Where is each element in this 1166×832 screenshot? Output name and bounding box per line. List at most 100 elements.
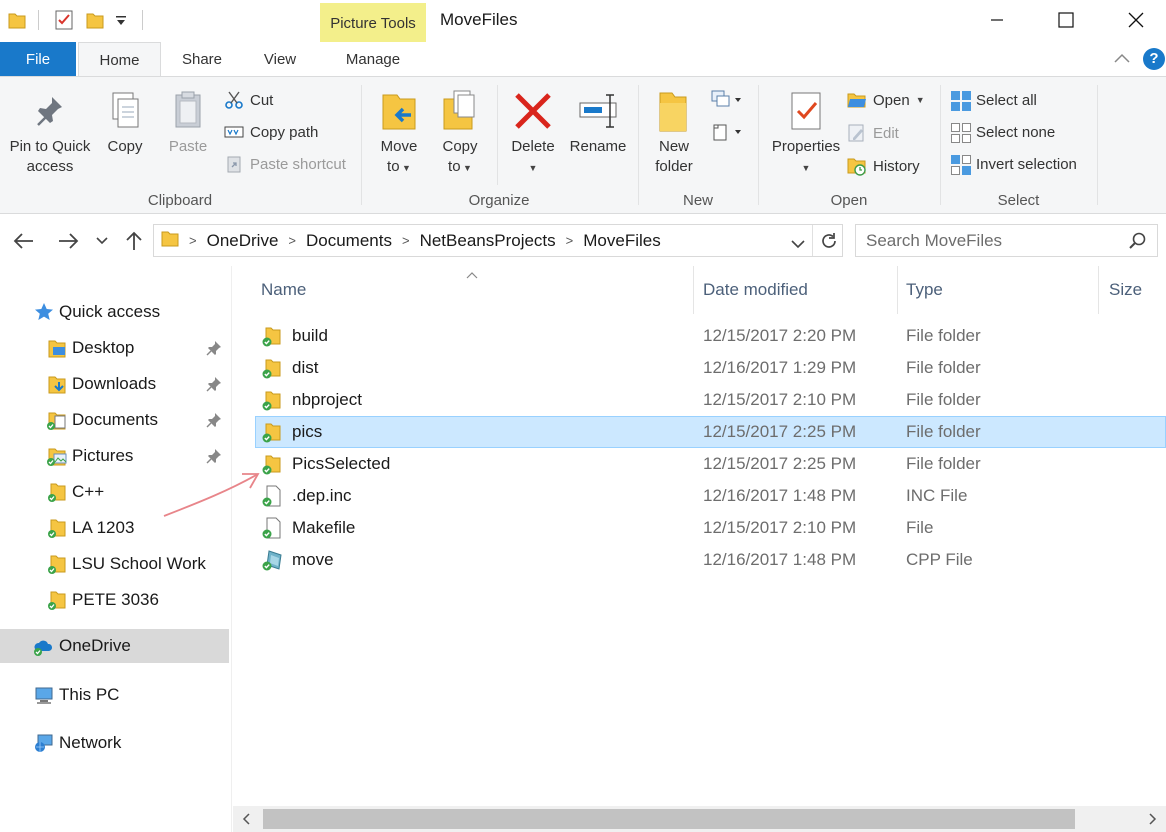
history-button[interactable]: History xyxy=(847,154,920,178)
breadcrumb-onedrive[interactable]: OneDrive xyxy=(207,231,279,251)
chevron-down-icon: ▼ xyxy=(460,163,472,173)
up-button[interactable] xyxy=(122,229,146,253)
easy-access-button[interactable] xyxy=(711,121,745,148)
file-date: 12/16/2017 1:48 PM xyxy=(703,486,857,505)
paste-icon xyxy=(168,89,208,135)
paste-shortcut-button[interactable]: Paste shortcut xyxy=(224,152,346,176)
select-none-button[interactable]: Select none xyxy=(950,120,1055,144)
recent-locations-button[interactable] xyxy=(92,229,112,253)
column-header-type[interactable]: Type xyxy=(878,266,1098,314)
rename-button[interactable]: Rename xyxy=(566,85,630,157)
table-row[interactable]: build 12/15/2017 2:20 PM File folder xyxy=(255,320,1166,352)
picture-tools-context-label: Picture Tools xyxy=(320,3,426,43)
sidebar-item-label: Network xyxy=(59,733,122,752)
horizontal-scrollbar[interactable] xyxy=(233,806,1166,832)
tab-view[interactable]: View xyxy=(243,42,317,76)
table-row-selected[interactable]: pics 12/15/2017 2:25 PM File folder xyxy=(255,416,1166,448)
scroll-left-icon[interactable] xyxy=(238,811,254,827)
close-button[interactable] xyxy=(1112,0,1160,40)
copy-button[interactable]: Copy xyxy=(100,85,150,157)
table-row[interactable]: dist 12/16/2017 1:29 PM File folder xyxy=(255,352,1166,384)
sidebar-item-network[interactable]: Network xyxy=(0,726,229,760)
delete-button[interactable]: Delete ▼ xyxy=(505,85,561,178)
cut-button[interactable]: Cut xyxy=(224,88,273,112)
pin-icon[interactable] xyxy=(206,412,222,428)
chevron-down-icon: ▼ xyxy=(915,95,925,105)
table-row[interactable]: .dep.inc 12/16/2017 1:48 PM INC File xyxy=(255,480,1166,512)
pin-to-quick-access-button[interactable]: Pin to Quick access xyxy=(4,85,96,177)
properties-button[interactable]: Properties ▼ xyxy=(765,85,847,178)
table-row[interactable]: PicsSelected 12/15/2017 2:25 PM File fol… xyxy=(255,448,1166,480)
edit-pencil-icon xyxy=(847,123,867,143)
chevron-right-icon[interactable]: > xyxy=(189,233,197,248)
pin-icon[interactable] xyxy=(206,340,222,356)
paste-button[interactable]: Paste xyxy=(160,85,216,157)
tab-manage[interactable]: Manage xyxy=(320,42,426,76)
clipboard-group-label: Clipboard xyxy=(147,192,213,209)
sidebar-item-this-pc[interactable]: This PC xyxy=(0,678,229,712)
invert-selection-button[interactable]: Invert selection xyxy=(950,152,1077,176)
new-folder-icon[interactable] xyxy=(86,10,104,30)
history-icon xyxy=(847,156,867,176)
column-header-name[interactable]: Name xyxy=(233,266,693,314)
breadcrumb-documents[interactable]: Documents xyxy=(306,231,392,251)
pin-icon[interactable] xyxy=(206,376,222,392)
history-label: History xyxy=(873,157,920,175)
search-input[interactable] xyxy=(856,225,1116,256)
column-header-size[interactable]: Size xyxy=(1081,266,1166,314)
sidebar-item-lsu-school-work[interactable]: LSU School Work xyxy=(0,547,229,581)
chevron-right-icon[interactable]: > xyxy=(402,233,410,248)
cut-label: Cut xyxy=(250,91,274,109)
minimize-button[interactable] xyxy=(973,0,1021,40)
edit-button[interactable]: Edit xyxy=(847,121,899,145)
new-folder-label-line2: folder xyxy=(655,158,693,175)
chevron-right-icon[interactable]: > xyxy=(566,233,574,248)
sidebar-item-pete-3036[interactable]: PETE 3036 xyxy=(0,583,229,617)
scrollbar-thumb[interactable] xyxy=(263,809,1075,829)
star-icon xyxy=(33,301,55,323)
sidebar-item-quick-access[interactable]: Quick access xyxy=(0,295,229,329)
copy-path-button[interactable]: Copy path xyxy=(224,120,318,144)
tab-home[interactable]: Home xyxy=(78,42,161,77)
pin-icon[interactable] xyxy=(206,448,222,464)
folder-icon[interactable] xyxy=(8,10,26,30)
move-to-button[interactable]: Move to ▼ xyxy=(372,85,426,178)
select-all-button[interactable]: Select all xyxy=(950,88,1037,112)
table-row[interactable]: nbproject 12/15/2017 2:10 PM File folder xyxy=(255,384,1166,416)
properties-check-icon xyxy=(786,89,826,135)
back-button[interactable] xyxy=(12,229,36,253)
table-row[interactable]: Makefile 12/15/2017 2:10 PM File xyxy=(255,512,1166,544)
properties-icon[interactable] xyxy=(55,10,73,30)
chevron-right-icon[interactable]: > xyxy=(288,233,296,248)
tab-share[interactable]: Share xyxy=(163,42,241,76)
customize-qat-icon[interactable] xyxy=(114,14,132,34)
breadcrumb-movefiles[interactable]: MoveFiles xyxy=(583,231,660,251)
new-item-button[interactable] xyxy=(711,89,745,116)
search-box[interactable] xyxy=(855,224,1158,257)
new-folder-button[interactable]: New folder xyxy=(645,85,703,177)
address-bar[interactable]: > OneDrive > Documents > NetBeansProject… xyxy=(153,224,843,257)
scroll-right-icon[interactable] xyxy=(1145,811,1161,827)
sidebar-item-onedrive[interactable]: OneDrive xyxy=(0,629,229,663)
collapse-ribbon-icon[interactable] xyxy=(1113,51,1131,70)
organize-group-label: Organize xyxy=(468,192,530,209)
move-to-label-line2: to xyxy=(387,158,400,175)
breadcrumb-netbeansprojects[interactable]: NetBeansProjects xyxy=(420,231,556,251)
file-name: Makefile xyxy=(292,518,356,537)
refresh-icon[interactable] xyxy=(819,231,839,256)
sidebar-item-desktop[interactable]: Desktop xyxy=(0,331,229,365)
search-icon[interactable] xyxy=(1129,232,1147,255)
table-row[interactable]: move 12/16/2017 1:48 PM CPP File xyxy=(255,544,1166,576)
copy-to-button[interactable]: Copy to ▼ xyxy=(434,85,486,178)
forward-button[interactable] xyxy=(56,229,80,253)
column-header-date-modified[interactable]: Date modified xyxy=(675,266,897,314)
open-button[interactable]: Open ▼ xyxy=(847,88,925,112)
file-type: File folder xyxy=(906,390,981,409)
sidebar-item-downloads[interactable]: Downloads xyxy=(0,367,229,401)
sidebar-item-documents[interactable]: Documents xyxy=(0,403,229,437)
paste-shortcut-icon xyxy=(224,154,244,174)
address-dropdown-icon[interactable] xyxy=(791,234,805,254)
maximize-button[interactable] xyxy=(1042,0,1090,40)
help-icon[interactable]: ? xyxy=(1143,48,1165,70)
tab-file[interactable]: File xyxy=(0,42,76,76)
